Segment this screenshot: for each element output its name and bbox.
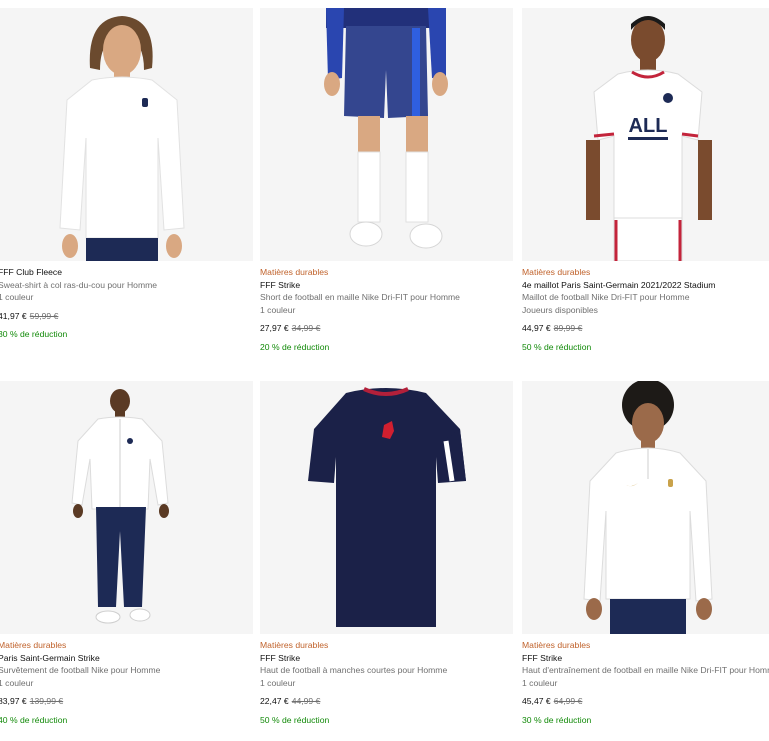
- product-card[interactable]: Matières durables FFF Strike Haut de foo…: [260, 381, 513, 726]
- product-title[interactable]: FFF Strike: [522, 652, 769, 665]
- discount-label: 50 % de réduction: [260, 714, 330, 725]
- product-price-row: 44,97 €89,99 €: [522, 322, 769, 335]
- product-colors: 1 couleur: [0, 292, 34, 302]
- discount-label: 40 % de réduction: [0, 714, 68, 725]
- product-colors: 1 couleur: [0, 677, 34, 688]
- product-subtitle: Maillot de football Nike Dri-FIT pour Ho…: [522, 292, 690, 302]
- discount-label: 50 % de réduction: [522, 341, 592, 352]
- product-price-row: 41,97 €59,99 €: [0, 310, 253, 323]
- product-colors: 1 couleur: [522, 677, 558, 688]
- product-price-row: 27,97 €34,99 €: [260, 322, 513, 335]
- product-badge: Matières durables: [260, 267, 329, 277]
- product-title[interactable]: Paris Saint-Germain Strike: [0, 652, 253, 665]
- original-price: 64,99 €: [553, 696, 583, 706]
- product-badge: Matières durables: [0, 640, 67, 650]
- product-title[interactable]: FFF Strike: [260, 652, 513, 665]
- original-price: 34,99 €: [291, 323, 321, 333]
- product-card[interactable]: Matières durables FFF Strike Haut d'entr…: [522, 381, 769, 726]
- product-colors: Joueurs disponibles: [522, 304, 598, 315]
- discount-label: 20 % de réduction: [260, 341, 330, 352]
- current-price: 83,97 €: [0, 696, 27, 706]
- product-subtitle: Haut d'entraînement de football en maill…: [522, 665, 769, 675]
- discount-label: 30 % de réduction: [0, 329, 68, 339]
- product-title[interactable]: FFF Strike: [260, 279, 513, 292]
- original-price: 139,99 €: [29, 696, 64, 706]
- product-badge: Matières durables: [522, 267, 591, 277]
- product-image-navy-shorts[interactable]: [260, 8, 513, 261]
- current-price: 41,97 €: [0, 310, 27, 321]
- product-image-white-sweatshirt[interactable]: [0, 8, 253, 261]
- current-price: 27,97 €: [260, 323, 289, 333]
- original-price: 44,99 €: [291, 696, 321, 706]
- product-price-row: 22,47 €44,99 €: [260, 695, 513, 708]
- product-card[interactable]: Matières durables Paris Saint-Germain St…: [0, 381, 253, 726]
- product-image-navy-training-top[interactable]: [260, 381, 513, 634]
- product-price-row: 83,97 €139,99 €: [0, 695, 253, 708]
- discount-label: 30 % de réduction: [522, 714, 592, 725]
- product-title[interactable]: FFF Club Fleece: [0, 266, 253, 279]
- product-badge: Matières durables: [522, 640, 591, 650]
- product-image-white-drill-top[interactable]: [522, 381, 769, 634]
- product-image-psg-white-jersey[interactable]: ALL: [522, 8, 769, 261]
- product-card[interactable]: ALL Matières durables 4e maillot Paris S…: [522, 8, 769, 353]
- original-price: 59,99 €: [29, 310, 59, 321]
- current-price: 44,97 €: [522, 323, 551, 333]
- product-grid: FFF Club Fleece Sweat-shirt à col ras-du…: [0, 0, 769, 741]
- product-card[interactable]: Matières durables FFF Strike Short de fo…: [260, 8, 513, 353]
- product-image-psg-tracksuit[interactable]: [0, 381, 253, 634]
- product-subtitle: Haut de football à manches courtes pour …: [260, 665, 448, 675]
- product-price-row: 45,47 €64,99 €: [522, 695, 769, 708]
- product-subtitle: Survêtement de football Nike pour Homme: [0, 665, 161, 675]
- product-title[interactable]: 4e maillot Paris Saint-Germain 2021/2022…: [522, 279, 769, 292]
- product-card[interactable]: FFF Club Fleece Sweat-shirt à col ras-du…: [0, 8, 253, 341]
- current-price: 22,47 €: [260, 696, 289, 706]
- current-price: 45,47 €: [522, 696, 551, 706]
- product-badge: Matières durables: [260, 640, 329, 650]
- product-colors: 1 couleur: [260, 304, 296, 315]
- original-price: 89,99 €: [553, 323, 583, 333]
- svg-text:ALL: ALL: [629, 115, 668, 137]
- product-subtitle: Short de football en maille Nike Dri-FIT…: [260, 292, 460, 302]
- product-subtitle: Sweat-shirt à col ras-du-cou pour Homme: [0, 279, 158, 290]
- product-colors: 1 couleur: [260, 677, 296, 688]
